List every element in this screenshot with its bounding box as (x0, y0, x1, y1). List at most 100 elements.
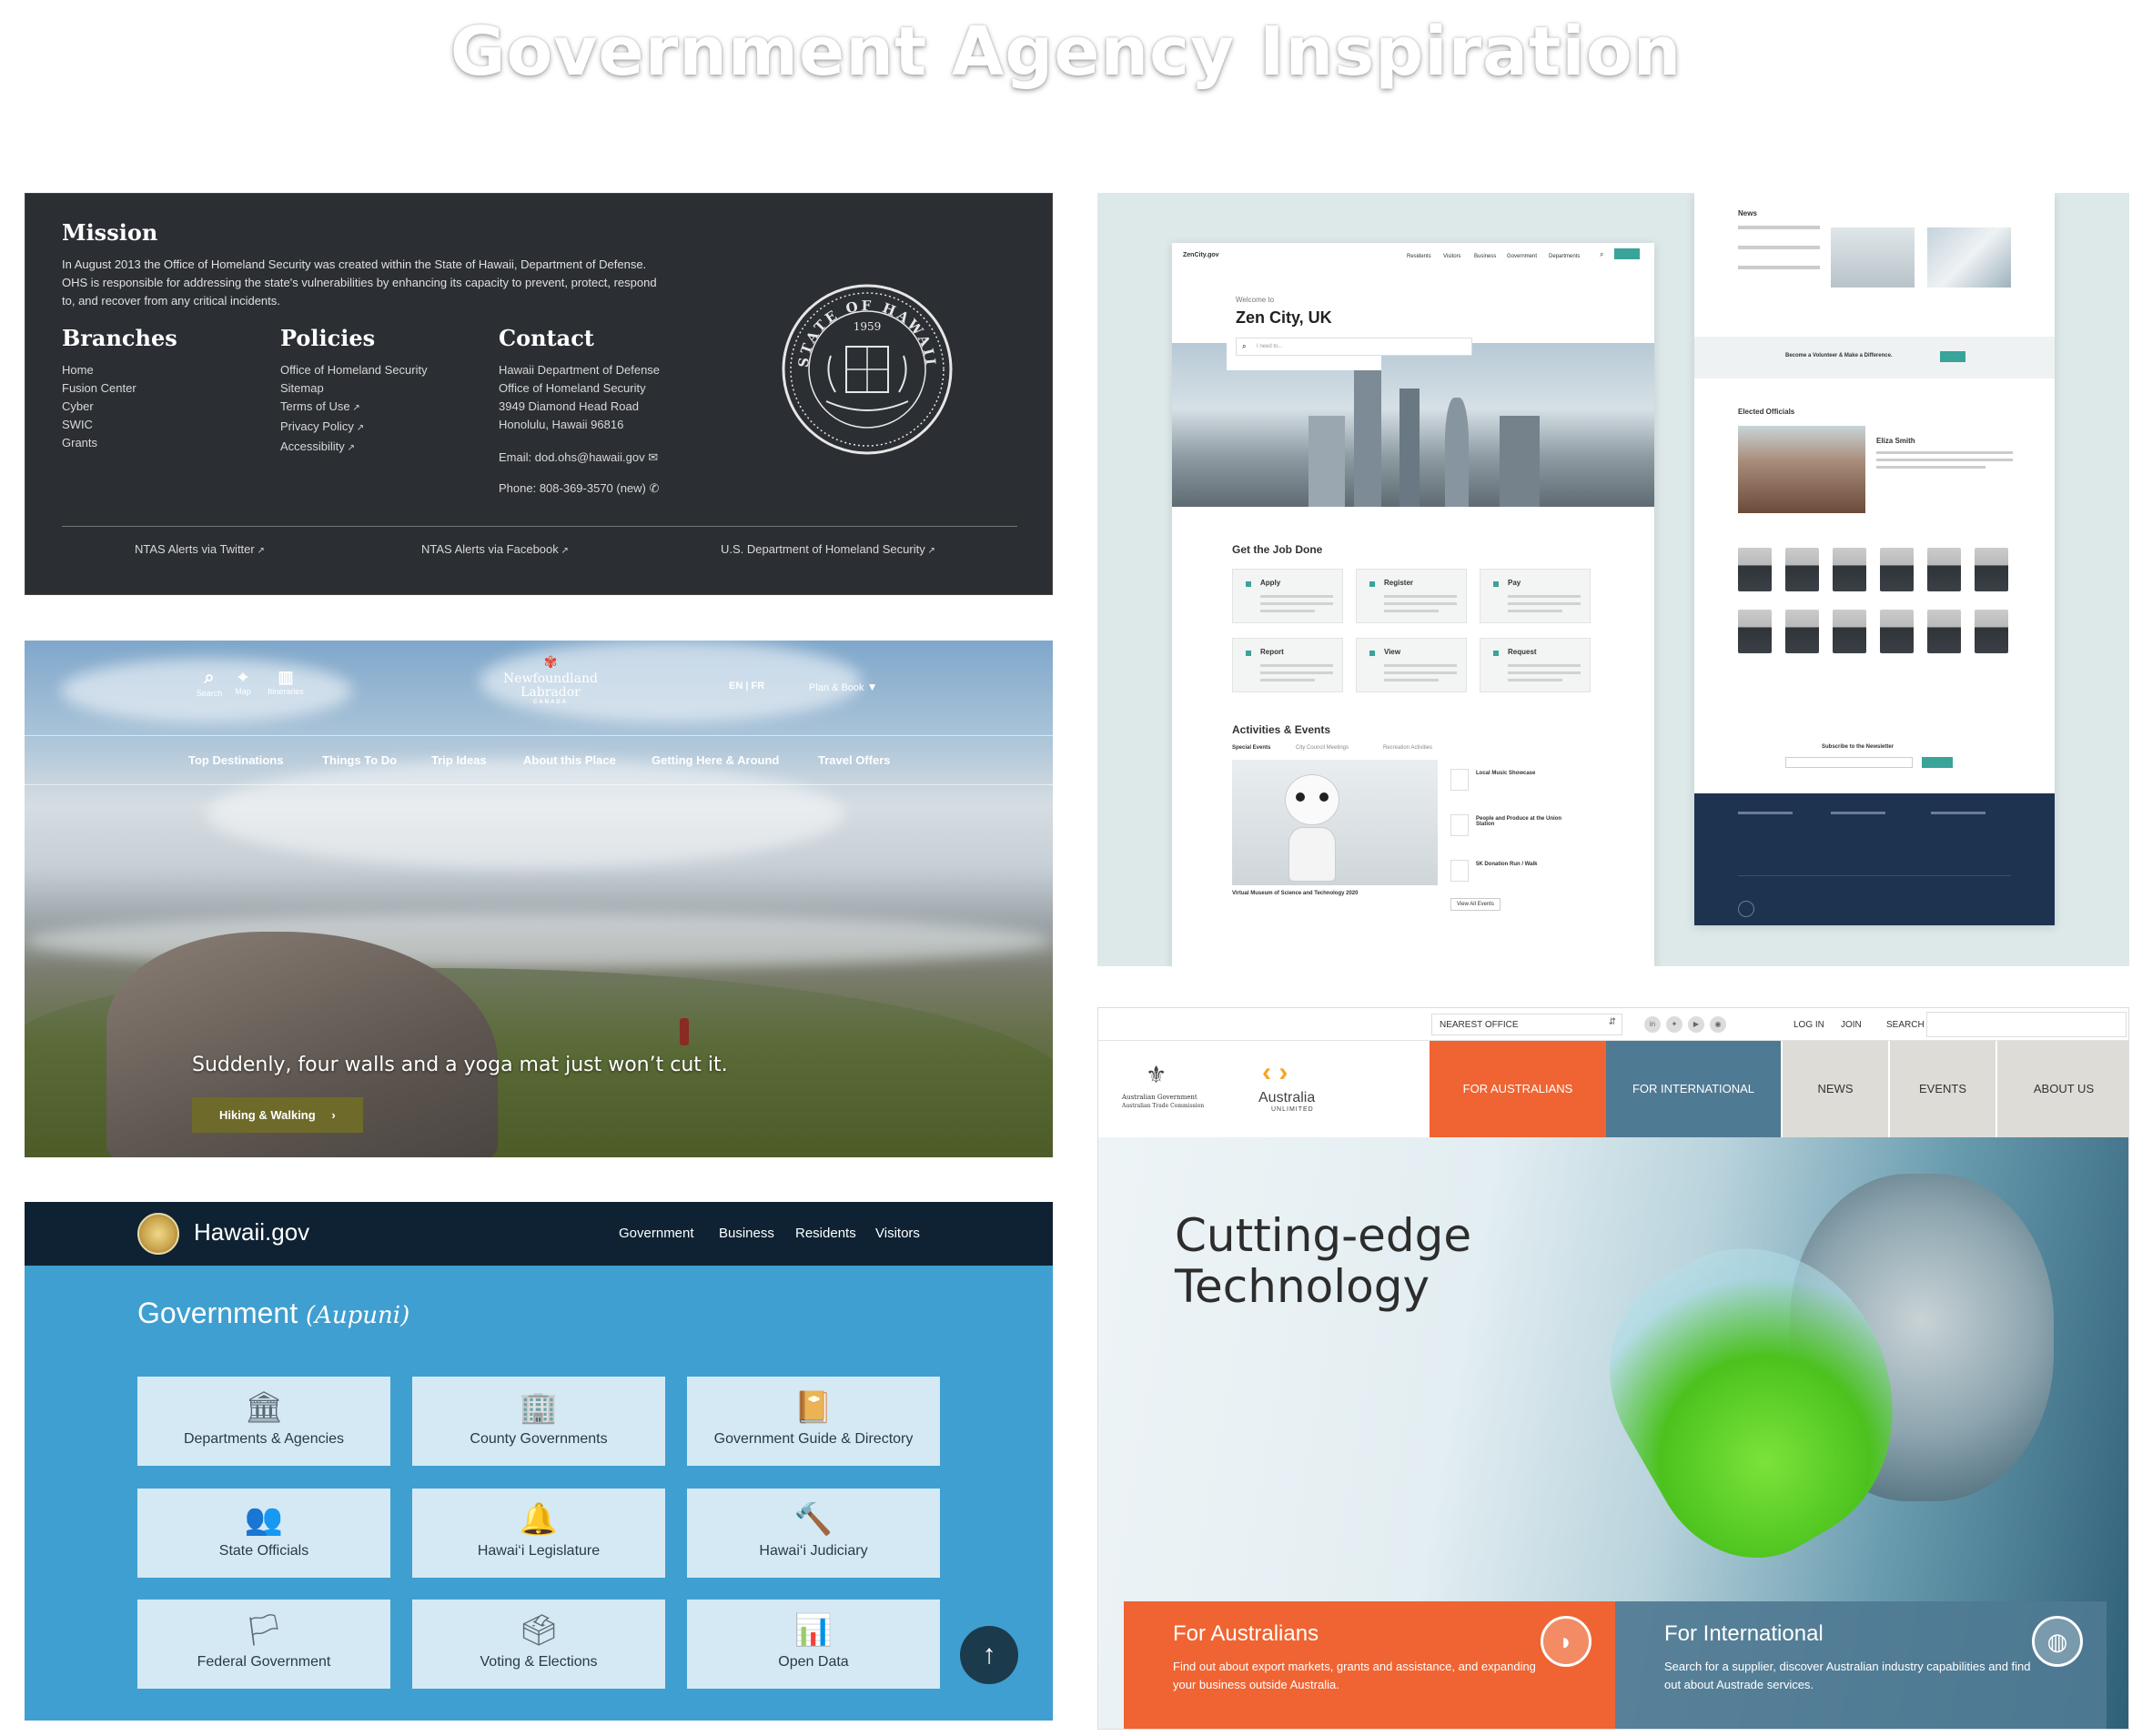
robot-event-image[interactable] (1232, 760, 1438, 885)
nav-government[interactable]: Government (619, 1226, 694, 1241)
for-australians-card[interactable]: For Australians Find out about export ma… (1124, 1601, 1615, 1729)
job-card-apply[interactable]: Apply (1232, 569, 1343, 623)
branch-link[interactable]: Cyber (62, 398, 136, 416)
language-switch[interactable]: EN | FR (729, 681, 764, 691)
official-photo[interactable] (1738, 426, 1865, 513)
newfoundland-logo[interactable]: ✾ Newfoundland Labrador CANADA (487, 653, 614, 705)
policy-link[interactable]: Sitemap (280, 379, 428, 398)
nav-business[interactable]: Business (719, 1226, 774, 1241)
tile-departments-agencies[interactable]: 🏛 Departments & Agencies (137, 1377, 390, 1466)
official-thumbnail[interactable] (1975, 610, 2008, 653)
rss-icon[interactable]: ◉ (1710, 1016, 1726, 1033)
tile-federal-government[interactable]: 🏳 Federal Government (137, 1600, 390, 1689)
back-to-top-button[interactable]: ↑ (960, 1626, 1018, 1684)
hawaii-gov-logo[interactable]: Hawaii.gov (194, 1218, 309, 1246)
nav-top-destinations[interactable]: Top Destinations (188, 753, 283, 767)
policy-link[interactable]: Accessibility (280, 438, 428, 458)
contact-phone[interactable]: Phone: 808-369-3570 (new) (499, 481, 646, 495)
ntas-twitter-link[interactable]: NTAS Alerts via Twitter (135, 542, 265, 556)
official-thumbnail[interactable] (1880, 610, 1914, 653)
official-thumbnail[interactable] (1833, 548, 1866, 591)
nav-things-to-do[interactable]: Things To Do (322, 753, 397, 767)
nav-about-us[interactable]: ABOUT US (1996, 1041, 2128, 1137)
login-link[interactable]: LOG IN (1794, 1020, 1824, 1030)
job-card-view[interactable]: View (1356, 638, 1467, 692)
tile-voting-elections[interactable]: 🗳 Voting & Elections (412, 1600, 665, 1689)
view-all-events-button[interactable]: View All Events (1450, 898, 1500, 911)
linkedin-icon[interactable]: in (1644, 1016, 1661, 1033)
event-title[interactable]: Local Music Showcase (1476, 771, 1535, 776)
job-card-pay[interactable]: Pay (1480, 569, 1591, 623)
map-nav-item[interactable]: ⌖ Map (229, 668, 257, 696)
zen-nav-departments[interactable]: Departments (1549, 254, 1580, 259)
branch-link[interactable]: SWIC (62, 416, 136, 434)
zen-nav-visitors[interactable]: Visitors (1443, 254, 1461, 259)
tab-recreation[interactable]: Recreation Activities (1383, 745, 1432, 751)
itineraries-nav-item[interactable]: ▥ Itineraries (263, 668, 308, 696)
official-thumbnail[interactable] (1880, 548, 1914, 591)
official-thumbnail[interactable] (1927, 548, 1961, 591)
newsletter-email-input[interactable] (1785, 757, 1913, 768)
nav-travel-offers[interactable]: Travel Offers (818, 753, 891, 767)
contact-email[interactable]: Email: dod.ohs@hawaii.gov (499, 450, 645, 464)
search-input[interactable] (1926, 1012, 2127, 1037)
twitter-icon[interactable]: ✦ (1666, 1016, 1682, 1033)
ntas-facebook-link[interactable]: NTAS Alerts via Facebook (421, 542, 569, 556)
job-card-register[interactable]: Register (1356, 569, 1467, 623)
nav-visitors[interactable]: Visitors (875, 1226, 920, 1241)
for-international-card[interactable]: For International Search for a supplier,… (1615, 1601, 2107, 1729)
search-nav-item[interactable]: ⌕ Search (196, 668, 223, 698)
official-thumbnail[interactable] (1785, 548, 1819, 591)
branch-link[interactable]: Fusion Center (62, 379, 136, 398)
official-thumbnail[interactable] (1785, 610, 1819, 653)
plan-book-menu[interactable]: Plan & Book ▼ (809, 681, 878, 693)
policy-link[interactable]: Office of Homeland Security (280, 361, 428, 379)
nav-about-this-place[interactable]: About this Place (523, 753, 616, 767)
official-thumbnail[interactable] (1738, 548, 1772, 591)
nav-events[interactable]: EVENTS (1888, 1041, 1996, 1137)
nav-getting-here[interactable]: Getting Here & Around (652, 753, 779, 767)
volunteer-button[interactable] (1940, 351, 1965, 362)
tab-council-meetings[interactable]: City Council Meetings (1296, 745, 1349, 751)
policy-link[interactable]: Terms of Use (280, 398, 428, 418)
sign-in-button[interactable] (1614, 248, 1640, 259)
event-title[interactable]: People and Produce at the Union Station (1476, 816, 1576, 827)
branch-link[interactable]: Home (62, 361, 136, 379)
zen-nav-business[interactable]: Business (1474, 254, 1496, 259)
zen-search-input[interactable]: ⌕ I need to... (1236, 338, 1472, 356)
nav-news[interactable]: NEWS (1781, 1041, 1888, 1137)
event-title[interactable]: 5K Donation Run / Walk (1476, 862, 1537, 867)
nav-for-international[interactable]: FOR INTERNATIONAL (1606, 1041, 1781, 1137)
hiking-walking-button[interactable]: Hiking & Walking › (192, 1097, 363, 1133)
tile-legislature[interactable]: 🔔 Hawai‘i Legislature (412, 1489, 665, 1578)
policy-link[interactable]: Privacy Policy (280, 418, 428, 438)
hawaii-seal-icon[interactable] (137, 1213, 179, 1255)
job-card-request[interactable]: Request (1480, 638, 1591, 692)
zen-nav-residents[interactable]: Residents (1407, 254, 1431, 259)
tile-judiciary[interactable]: 🔨 Hawai‘i Judiciary (687, 1489, 940, 1578)
nav-for-australians[interactable]: FOR AUSTRALIANS (1430, 1041, 1606, 1137)
tile-state-officials[interactable]: 👥 State Officials (137, 1489, 390, 1578)
nav-residents[interactable]: Residents (795, 1226, 856, 1241)
tab-special-events[interactable]: Special Events (1232, 745, 1270, 751)
search-icon[interactable]: ⌕ (1600, 250, 1603, 259)
official-thumbnail[interactable] (1738, 610, 1772, 653)
job-card-report[interactable]: Report (1232, 638, 1343, 692)
tile-county-governments[interactable]: 🏢 County Governments (412, 1377, 665, 1466)
join-link[interactable]: JOIN (1841, 1020, 1862, 1030)
subscribe-button[interactable] (1922, 757, 1953, 768)
zen-nav-government[interactable]: Government (1507, 254, 1537, 259)
dhs-link[interactable]: U.S. Department of Homeland Security (721, 542, 935, 556)
official-thumbnail[interactable] (1975, 548, 2008, 591)
zen-brand[interactable]: ZenCity.gov (1183, 252, 1219, 258)
brackets-logo-icon[interactable]: ‹ › (1262, 1057, 1288, 1088)
tile-open-data[interactable]: 📊 Open Data (687, 1600, 940, 1689)
nav-trip-ideas[interactable]: Trip Ideas (431, 753, 487, 767)
youtube-icon[interactable]: ▶ (1688, 1016, 1704, 1033)
branch-link[interactable]: Grants (62, 434, 136, 452)
cyclists-news-image[interactable] (1831, 227, 1915, 288)
building-news-image[interactable] (1927, 227, 2011, 288)
nearest-office-select[interactable]: NEAREST OFFICE ⇵ (1431, 1014, 1622, 1035)
event-caption[interactable]: Virtual Museum of Science and Technology… (1232, 891, 1358, 896)
tile-government-guide[interactable]: 📔 Government Guide & Directory (687, 1377, 940, 1466)
